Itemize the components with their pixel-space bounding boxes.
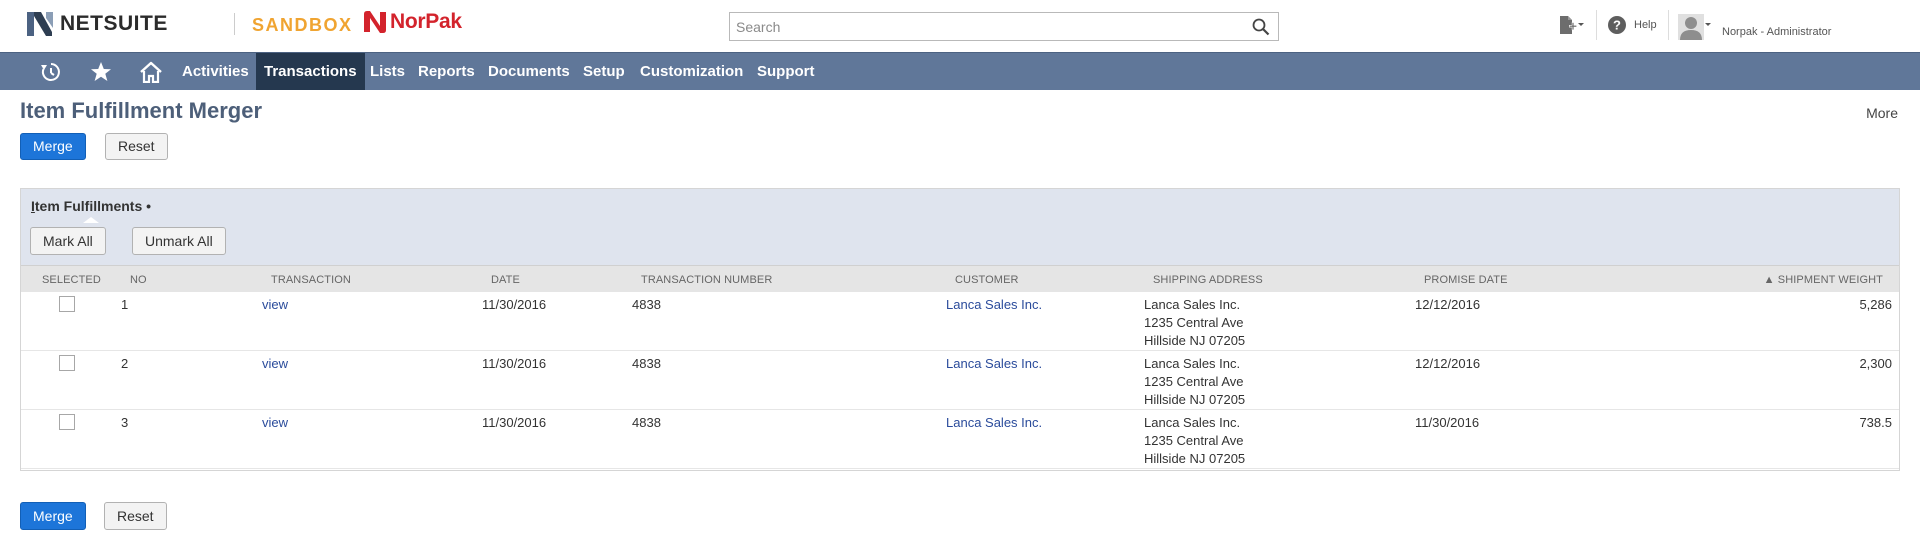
mark-all-button[interactable]: Mark All [30,227,106,255]
help-link[interactable]: ? Help [1608,16,1657,34]
view-link[interactable]: view [262,355,288,373]
nav-documents[interactable]: Documents [480,53,578,90]
address-line: 1235 Central Ave [1144,374,1244,389]
cell-transaction-number: 4838 [632,415,661,430]
cell-shipment-weight: 738.5 [1859,415,1892,430]
header-divider [1668,10,1669,40]
nav-setup[interactable]: Setup [575,53,633,90]
column-header-customer[interactable]: CUSTOMER [955,274,1019,286]
nav-customization[interactable]: Customization [632,53,751,90]
company-name: NorPak [390,10,462,33]
table-row: 2 view 11/30/2016 4838 Lanca Sales Inc. … [21,351,1899,410]
column-header-shipping-address[interactable]: SHIPPING ADDRESS [1153,274,1263,286]
address-line: Lanca Sales Inc. [1144,415,1241,430]
cell-no: 3 [121,415,129,430]
cell-date: 11/30/2016 [482,415,547,430]
cell-date: 11/30/2016 [482,356,547,371]
home-icon[interactable] [136,53,166,90]
sublist-title-dot: • [146,198,152,214]
favorites-star-icon[interactable] [86,53,116,90]
create-new-icon[interactable] [1556,14,1586,36]
customer-link[interactable]: Lanca Sales Inc. [946,414,1042,432]
cell-no: 2 [121,356,129,371]
column-header-transaction[interactable]: TRANSACTION [271,274,351,286]
search-input[interactable] [730,13,1240,40]
help-icon: ? [1608,16,1626,34]
cell-shipment-weight: 5,286 [1859,297,1892,312]
more-link[interactable]: More [1866,105,1898,121]
sandbox-label: SANDBOX [252,15,353,35]
address-line: Hillside NJ 07205 [1144,451,1246,466]
cell-transaction-number: 4838 [632,356,661,371]
norpak-logo-icon [364,11,386,33]
table-row: 3 view 11/30/2016 4838 Lanca Sales Inc. … [21,410,1899,469]
column-header-date[interactable]: DATE [491,274,520,286]
company-logo: NorPak [362,10,462,34]
cell-promise-date: 11/30/2016 [1415,415,1480,430]
user-name: Norpak - Administrator [1722,26,1832,38]
reset-button-top[interactable]: Reset [105,133,168,160]
sublist-header: Item Fulfillments • Mark All Unmark All [21,189,1899,265]
brand-name: NETSUITE [60,12,168,35]
item-fulfillments-sublist: Item Fulfillments • Mark All Unmark All … [20,188,1900,471]
cell-transaction-number: 4838 [632,297,661,312]
cell-shipping-address: Lanca Sales Inc. 1235 Central Ave Hillsi… [1144,296,1245,350]
netsuite-logo[interactable]: NETSUITE [24,8,168,40]
column-header-no[interactable]: NO [130,274,147,286]
row-select-checkbox[interactable] [59,414,75,430]
cell-shipment-weight: 2,300 [1859,356,1892,371]
user-menu[interactable]: Norpak - Administrator [1678,14,1831,40]
cell-promise-date: 12/12/2016 [1415,356,1481,371]
column-header-transaction-number[interactable]: TRANSACTION NUMBER [641,274,772,286]
svg-text:?: ? [1613,18,1621,33]
address-line: 1235 Central Ave [1144,433,1244,448]
header-divider [1596,10,1597,40]
recent-records-icon[interactable] [36,53,66,90]
column-header-selected[interactable]: SELECTED [42,274,101,286]
merge-button-top[interactable]: Merge [20,133,86,160]
user-avatar-icon [1678,14,1711,40]
nav-transactions[interactable]: Transactions [256,53,365,90]
address-line: Lanca Sales Inc. [1144,356,1241,371]
top-header: NETSUITE SANDBOX NorPak ? Help [0,0,1920,52]
header-divider [234,13,235,35]
view-link[interactable]: view [262,296,288,314]
search-icon[interactable] [1252,18,1270,36]
nav-reports[interactable]: Reports [410,53,483,90]
column-header-promise-date[interactable]: PROMISE DATE [1424,274,1508,286]
global-search [729,12,1279,41]
row-select-checkbox[interactable] [59,296,75,312]
row-select-checkbox[interactable] [59,355,75,371]
cell-promise-date: 12/12/2016 [1415,297,1481,312]
cell-shipping-address: Lanca Sales Inc. 1235 Central Ave Hillsi… [1144,355,1245,409]
sublist-title-text: tem Fulfillments [34,198,143,214]
customer-link[interactable]: Lanca Sales Inc. [946,355,1042,373]
cell-date: 11/30/2016 [482,297,547,312]
tab-notch [83,217,99,223]
main-nav: Activities Transactions Lists Reports Do… [0,52,1920,90]
cell-shipping-address: Lanca Sales Inc. 1235 Central Ave Hillsi… [1144,414,1245,468]
nav-support[interactable]: Support [749,53,823,90]
cell-no: 1 [121,297,129,312]
address-line: Hillside NJ 07205 [1144,333,1246,348]
view-link[interactable]: view [262,414,288,432]
reset-button-bottom[interactable]: Reset [104,502,167,530]
column-header-shipment-weight[interactable]: ▲ SHIPMENT WEIGHT [1764,274,1883,286]
table-header: SELECTED NO TRANSACTION DATE TRANSACTION… [21,265,1899,292]
nav-activities[interactable]: Activities [174,53,257,90]
netsuite-logo-icon [24,8,56,40]
sublist-title[interactable]: Item Fulfillments • [31,198,151,214]
nav-lists[interactable]: Lists [362,53,413,90]
customer-link[interactable]: Lanca Sales Inc. [946,296,1042,314]
page-title: Item Fulfillment Merger [20,98,263,123]
table-row: 1 view 11/30/2016 4838 Lanca Sales Inc. … [21,292,1899,351]
help-label: Help [1634,19,1657,31]
address-line: Lanca Sales Inc. [1144,297,1241,312]
address-line: 1235 Central Ave [1144,315,1244,330]
merge-button-bottom[interactable]: Merge [20,502,86,530]
address-line: Hillside NJ 07205 [1144,392,1246,407]
unmark-all-button[interactable]: Unmark All [132,227,226,255]
